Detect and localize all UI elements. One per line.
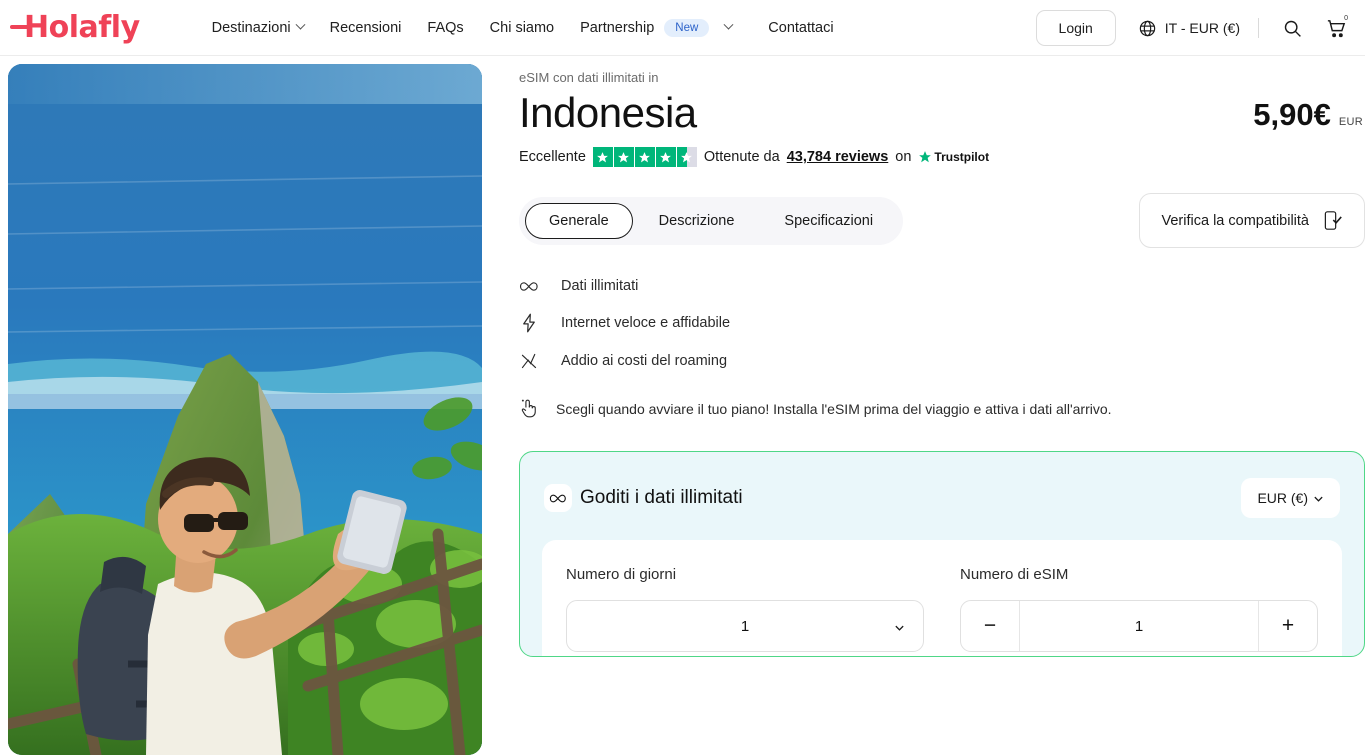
on-word: on [895,149,912,166]
hero-illustration [8,64,482,755]
tab-descrizione[interactable]: Descrizione [635,203,759,239]
reviews-count-link[interactable]: 43,784 reviews [787,149,889,165]
cart-button[interactable]: 0 [1321,13,1351,43]
tab-generale[interactable]: Generale [525,202,633,239]
nav-item-contattaci[interactable]: Contattaci [768,20,833,36]
esim-quantity-stepper: − 1 + [960,600,1318,653]
days-field: Numero di giorni 1 [566,566,924,656]
feature-label: Dati illimitati [561,278,639,295]
increment-button[interactable]: + [1259,601,1317,651]
feature-item: Internet veloce e affidabile [519,313,1365,333]
activation-note: Scegli quando avviare il tuo piano! Inst… [519,397,1365,421]
nav-item-partnership[interactable]: Partnership New [580,18,734,37]
plan-card-body: Numero di giorni 1 Numero di eSIM − 1 + [542,540,1342,657]
product-eyebrow: eSIM con dati illimitati in [519,70,659,85]
locale-label: IT - EUR (€) [1164,20,1240,36]
feature-item: Dati illimitati [519,278,1365,294]
tabs-row: Generale Descrizione Specificazioni Veri… [519,193,1365,249]
trustpilot-star-icon [919,151,932,163]
days-select[interactable]: 1 [566,600,924,653]
header-divider [1258,18,1259,38]
chevron-down-icon [295,19,306,30]
price-currency: EUR [1338,116,1363,129]
star-half-icon [676,147,697,168]
tab-specificazioni[interactable]: Specificazioni [760,203,897,239]
search-icon [1284,20,1301,37]
infinity-icon [519,280,539,293]
nav-label: Partnership [580,19,655,36]
plan-title: Goditi i dati illimitati [580,487,743,509]
logo[interactable]: Holafly [10,10,140,45]
trustpilot-brand-label: Trustpilot [934,150,990,165]
star-icon [655,147,676,168]
feature-list: Dati illimitati Internet veloce e affida… [519,278,1365,370]
currency-selector[interactable]: EUR (€) [1241,478,1340,519]
nav-label: Contattaci [768,19,834,36]
chevron-down-icon [723,19,734,30]
rating-word: Eccellente [519,149,586,166]
price-value: 5,90€ [1253,97,1331,133]
currency-selector-label: EUR (€) [1257,490,1308,507]
days-label: Numero di giorni [566,566,677,584]
nav-label: Destinazioni [211,19,291,36]
reviews-prefix: Ottenute da [703,149,780,166]
nav-label: Chi siamo [489,19,555,36]
infinity-icon [544,484,572,513]
rating-stars [592,147,697,168]
plan-card-header: Goditi i dati illimitati EUR (€) [520,452,1364,519]
plan-card: Goditi i dati illimitati EUR (€) Numero … [519,451,1365,658]
decrement-button[interactable]: − [961,601,1019,651]
nav-label: FAQs [427,19,464,36]
star-icon [592,147,613,168]
hero-image [8,64,482,755]
phone-check-icon [1324,211,1342,231]
plan-title-wrap: Goditi i dati illimitati [544,484,743,513]
esim-field: Numero di eSIM − 1 + [960,566,1318,656]
page-content: eSIM con dati illimitati in Indonesia 5,… [0,56,1365,755]
logo-text: Holafly [10,10,140,45]
globe-icon [1139,20,1156,36]
feature-label: Internet veloce e affidabile [561,315,731,332]
star-icon [634,147,655,168]
days-value: 1 [740,617,750,635]
new-badge: New [664,18,710,37]
cart-count-badge: 0 [1344,15,1348,22]
page-title: Indonesia [519,89,697,136]
product-panel: eSIM con dati illimitati in Indonesia 5,… [519,56,1365,755]
title-row: Indonesia 5,90€ EUR [519,89,1365,137]
feature-item: Addio ai costi del roaming [519,352,1365,370]
nav-label: Recensioni [329,19,402,36]
check-compatibility-label: Verifica la compatibilità [1161,212,1310,229]
locale-selector[interactable]: IT - EUR (€) [1138,19,1240,38]
check-compatibility-button[interactable]: Verifica la compatibilità [1138,193,1365,249]
tap-hand-icon [519,397,538,421]
trustpilot-rating[interactable]: Eccellente Ottenute da 43,784 reviews on… [519,147,1365,168]
lightning-icon [519,313,539,333]
search-button[interactable] [1277,13,1307,43]
main-nav: Destinazioni Recensioni FAQs Chi siamo P… [211,18,834,37]
header-actions: Login IT - EUR (€) 0 [1035,0,1351,56]
esim-quantity-value: 1 [1019,601,1259,652]
activation-note-text: Scegli quando avviare il tuo piano! Inst… [556,401,1112,418]
star-icon [613,147,634,168]
nav-item-faqs[interactable]: FAQs [427,20,463,36]
nav-item-chi-siamo[interactable]: Chi siamo [490,20,554,36]
chevron-down-icon [895,625,904,631]
no-roaming-icon [519,352,539,370]
site-header: Holafly Destinazioni Recensioni FAQs Chi… [0,0,1365,56]
login-button[interactable]: Login [1035,10,1116,46]
esim-label: Numero di eSIM [960,566,1069,584]
nav-item-destinazioni[interactable]: Destinazioni [211,19,306,36]
chevron-down-icon [1314,496,1323,502]
nav-item-recensioni[interactable]: Recensioni [330,20,402,36]
product-tabs: Generale Descrizione Specificazioni [519,196,904,245]
feature-label: Addio ai costi del roaming [561,353,728,370]
price-block: 5,90€ EUR [1253,97,1365,137]
trustpilot-brand: Trustpilot [918,150,989,164]
